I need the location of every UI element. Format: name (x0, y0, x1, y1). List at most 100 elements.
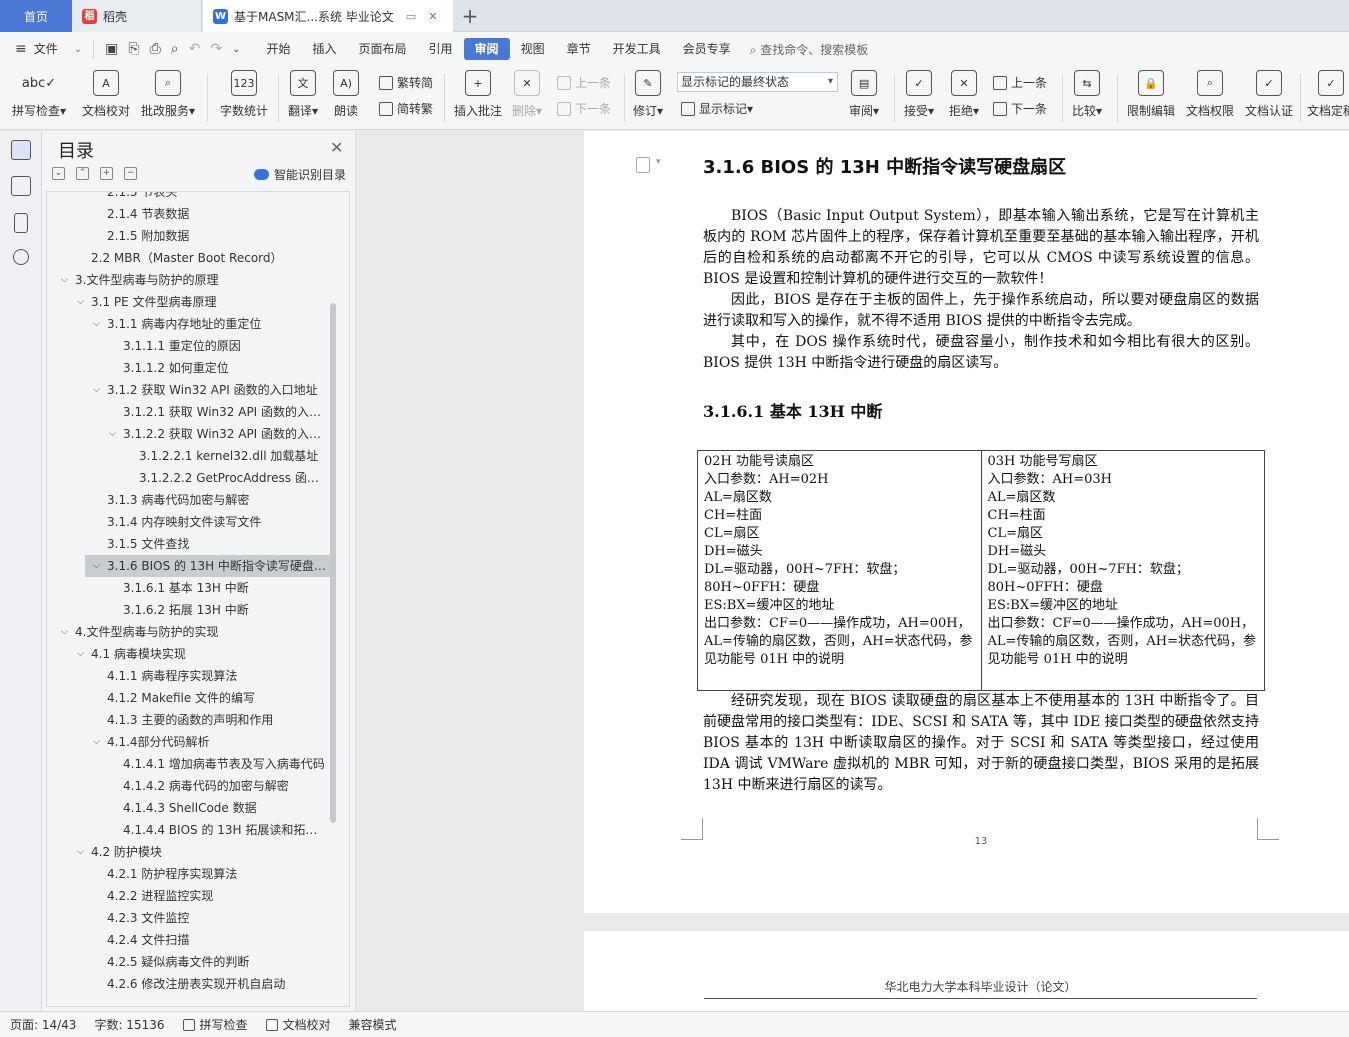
chevron-down-icon[interactable]: ⌵ (77, 643, 84, 665)
chevron-down-icon[interactable]: ⌵ (61, 621, 68, 643)
toc-item[interactable]: 2.1.4 节表数据 (107, 203, 327, 225)
accept-button[interactable]: ✓ 接受▾ (904, 70, 934, 119)
menu-start[interactable]: 开始 (255, 38, 301, 60)
redo-icon[interactable]: ↷ (205, 41, 227, 57)
toc-item[interactable]: 4.2.4 文件扫描 (107, 929, 327, 951)
close-tab-icon[interactable]: ✕ (428, 10, 437, 23)
toc-item[interactable]: 3.1.5 文件查找 (107, 533, 327, 555)
toc-item[interactable]: 2.2 MBR（Master Boot Record） (91, 247, 327, 269)
next-change-button[interactable]: 下一条 (993, 100, 1047, 117)
finalize-button[interactable]: ✓ 文档定稿 (1307, 70, 1349, 119)
spell-check-button[interactable]: abc✓ 拼写检查▾ (12, 70, 66, 119)
toc-item[interactable]: 2.1.3 节表头 (107, 192, 327, 203)
toc-item[interactable]: 4.2.5 疑似病毒文件的判断 (107, 951, 327, 973)
print-icon[interactable]: ⎙ (145, 41, 166, 57)
toc-item[interactable]: 3.1.2.2.2 GetProcAddress 函数地址 (139, 467, 327, 489)
toc-item[interactable]: 4.1.4部分代码解析 (107, 731, 327, 753)
toc-item[interactable]: 3.1.6.1 基本 13H 中断 (123, 577, 327, 599)
compare-button[interactable]: ⇆ 比较▾ (1072, 70, 1102, 119)
toc-item[interactable]: 4.1.3 主要的函数的声明和作用 (107, 709, 327, 731)
menu-view[interactable]: 视图 (510, 38, 556, 60)
chevron-down-icon[interactable]: ⌵ (93, 731, 100, 753)
toc-item[interactable]: 3.1.3 病毒代码加密与解密 (107, 489, 327, 511)
toc-item[interactable]: 3.1 PE 文件型病毒原理 (91, 291, 327, 313)
print-preview-icon[interactable]: ⌕ (166, 41, 184, 57)
chevron-down-icon[interactable]: ⌵ (93, 555, 100, 577)
menu-reference[interactable]: 引用 (418, 38, 464, 60)
command-search[interactable]: ⌕ 查找命令、搜索模板 (750, 41, 869, 58)
doc-auth-button[interactable]: ✓ 文档认证 (1245, 70, 1293, 119)
hamburger-icon[interactable]: ≡ (10, 41, 32, 57)
expand-up-icon[interactable]: ⌃ (76, 167, 89, 180)
toc-panel-icon[interactable] (11, 140, 31, 160)
add-heading-icon[interactable]: + (100, 167, 113, 180)
bookmark-icon[interactable] (14, 213, 28, 233)
toc-item[interactable]: 3.1.2.1 获取 Win32 API 函数的入口地址 (123, 401, 327, 423)
simp-to-trad-button[interactable]: 简转繁 (379, 100, 433, 117)
toc-item[interactable]: 4.2.6 修改注册表实现开机自启动 (107, 973, 327, 995)
toc-item[interactable]: 4.1.4.4 BIOS 的 13H 拓展读和拓展写 (123, 819, 327, 841)
smart-toc-button[interactable]: 智能识别目录 (254, 166, 346, 183)
pin-icon[interactable]: ▭ (406, 10, 416, 23)
toc-item[interactable]: 3.1.2.2.1 kernel32.dll 加载基址 (139, 445, 327, 467)
tab-home[interactable]: 首页 (0, 0, 72, 32)
translate-button[interactable]: 文翻译▾ (288, 70, 318, 119)
markup-state-select[interactable]: 显示标记的最终状态 (677, 72, 838, 92)
toc-item[interactable]: 4.1.4.2 病毒代码的加密与解密 (123, 775, 327, 797)
toc-item[interactable]: 4.2.2 进程监控实现 (107, 885, 327, 907)
toc-item[interactable]: 3.1.6.2 拓展 13H 中断 (123, 599, 327, 621)
menu-insert[interactable]: 插入 (302, 38, 348, 60)
doc-permission-button[interactable]: ⌕ 文档权限 (1186, 70, 1234, 119)
toc-item[interactable]: 3.1.2.2 获取 Win32 API 函数的入口地址 (123, 423, 327, 445)
toc-item[interactable]: 4.2.1 防护程序实现算法 (107, 863, 327, 885)
chevron-down-icon[interactable]: ⌵ (93, 379, 100, 401)
remove-heading-icon[interactable]: − (124, 167, 137, 180)
prev-comment-button[interactable]: 上一条 (557, 74, 611, 91)
chevron-down-icon[interactable]: ⌵ (61, 269, 68, 291)
toc-item[interactable]: 3.1.1.1 重定位的原因 (123, 335, 327, 357)
toc-item[interactable]: 4.1.1 病毒程序实现算法 (107, 665, 327, 687)
menu-layout[interactable]: 页面布局 (348, 38, 418, 60)
proofread-button[interactable]: A 文档校对 (82, 70, 130, 119)
toc-item[interactable]: 4.2 防护模块 (91, 841, 327, 863)
menu-member[interactable]: 会员专享 (672, 38, 742, 60)
toc-item[interactable]: 4.1.4.1 增加病毒节表及写入病毒代码 (123, 753, 327, 775)
chevron-down-icon[interactable]: ⌵ (93, 313, 100, 335)
collapse-all-icon[interactable]: ⌄ (52, 167, 65, 180)
delete-comment-button[interactable]: ✕ 删除▾ (512, 70, 542, 119)
word-count-button[interactable]: 123 字数统计 (220, 70, 268, 119)
correction-service-button[interactable]: ⌕ 批改服务▾ (141, 70, 195, 119)
toc-item[interactable]: 4.1.4.3 ShellCode 数据 (123, 797, 327, 819)
menu-chapter[interactable]: 章节 (556, 38, 602, 60)
show-markup-button[interactable]: 显示标记 ▾ (681, 100, 753, 117)
undo-icon[interactable]: ↶ (184, 41, 206, 57)
new-tab-button[interactable]: + (455, 0, 485, 32)
chapter-nav-icon[interactable] (11, 176, 31, 196)
insert-comment-button[interactable]: + 插入批注 (454, 70, 502, 119)
paragraph-menu-icon[interactable] (636, 157, 650, 173)
prev-change-button[interactable]: 上一条 (993, 74, 1047, 91)
chevron-down-icon[interactable]: ⌵ (77, 291, 84, 313)
customize-chevron-icon[interactable]: ⌄ (227, 44, 245, 55)
export-icon[interactable]: ⎘ (123, 41, 144, 57)
tab-document[interactable]: W 基于MASM汇...系统 毕业论文 ▭ ✕ (203, 0, 453, 32)
page-indicator[interactable]: 页面: 14/43 (10, 1016, 76, 1033)
save-icon[interactable]: ▣ (100, 41, 123, 57)
toc-item[interactable]: 4.2.3 文件监控 (107, 907, 327, 929)
toc-item[interactable]: 4.1 病毒模块实现 (91, 643, 327, 665)
spell-check-status[interactable]: 拼写检查 (182, 1016, 248, 1033)
proofread-status[interactable]: 文档校对 (265, 1016, 331, 1033)
toc-item[interactable]: 3.1.1.2 如何重定位 (123, 357, 327, 379)
toc-item[interactable]: 4.文件型病毒与防护的实现 (75, 621, 327, 643)
search-icon[interactable] (13, 249, 29, 265)
word-count-indicator[interactable]: 字数: 15136 (94, 1016, 164, 1033)
chevron-down-icon[interactable]: ⌵ (109, 423, 116, 445)
toc-scrollbar[interactable] (330, 303, 336, 823)
next-comment-button[interactable]: 下一条 (557, 100, 611, 117)
chevron-down-icon[interactable]: ⌵ (77, 841, 84, 863)
toc-item[interactable]: 2.1.5 附加数据 (107, 225, 327, 247)
chevron-down-icon[interactable]: ▾ (656, 157, 661, 167)
toc-item[interactable]: 3.1.1 病毒内存地址的重定位 (107, 313, 327, 335)
menu-developer[interactable]: 开发工具 (602, 38, 672, 60)
toc-item[interactable]: 3.1.2 获取 Win32 API 函数的入口地址 (107, 379, 327, 401)
